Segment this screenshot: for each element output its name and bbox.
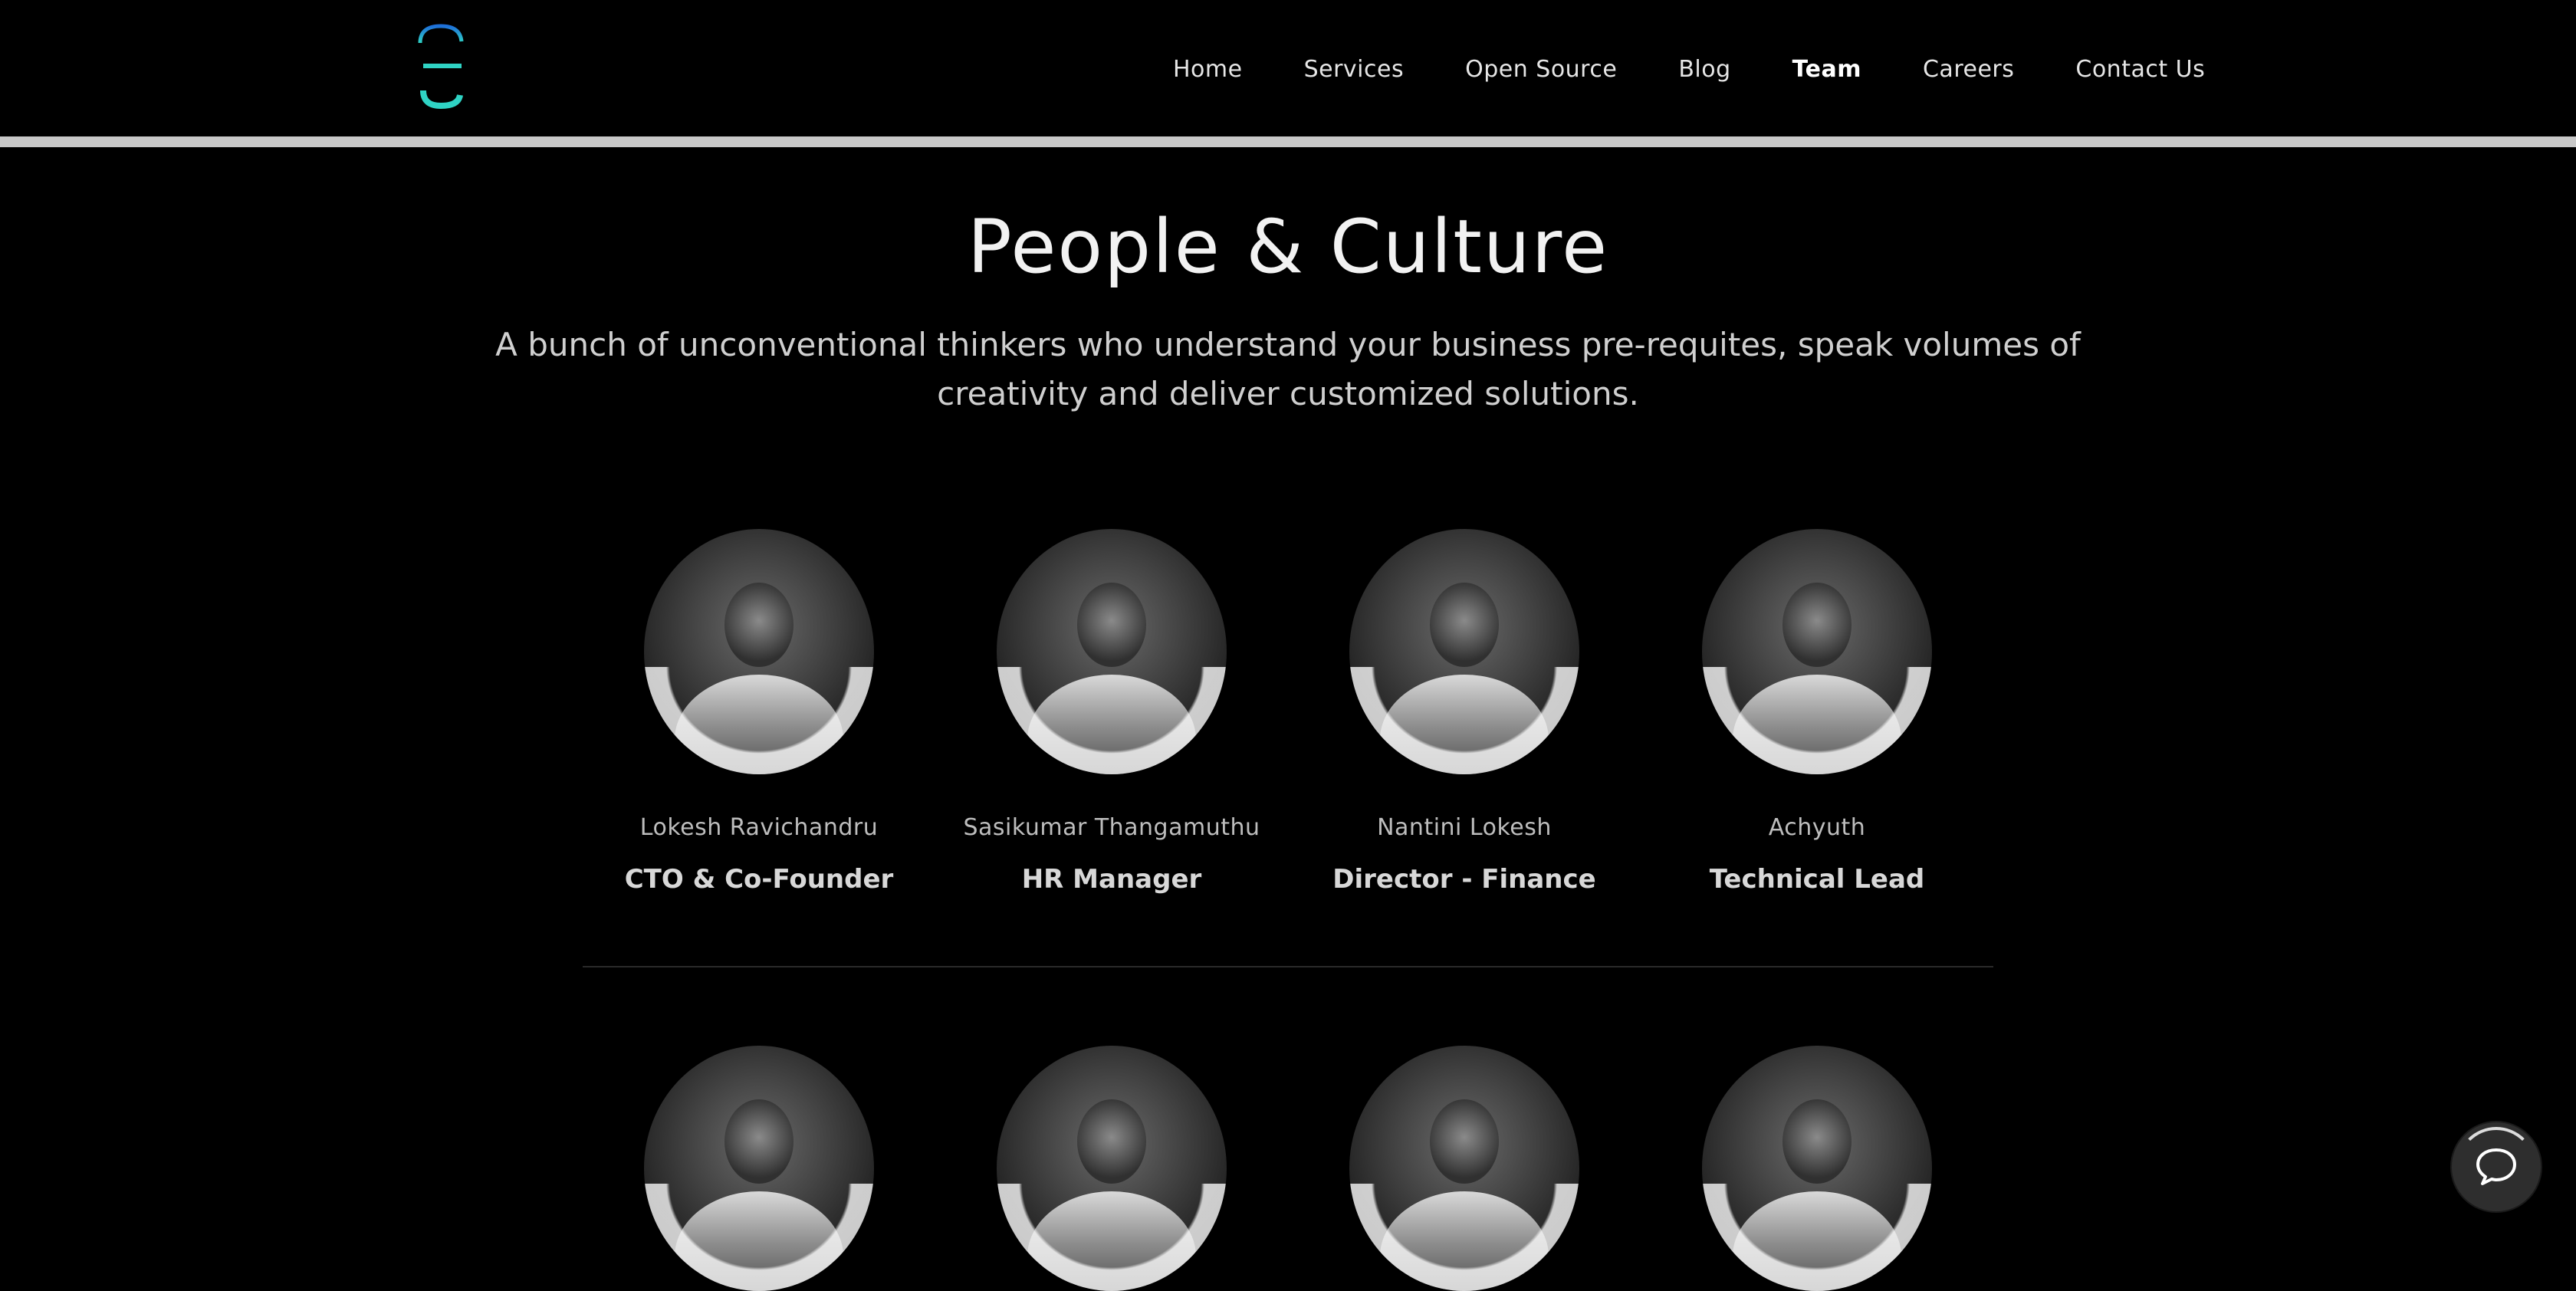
member-role: CTO & Co-Founder — [624, 864, 894, 895]
member-photo — [644, 529, 874, 774]
team-row-2 — [583, 1046, 1993, 1291]
member-photo — [1702, 1046, 1932, 1291]
member-photo — [997, 529, 1227, 774]
nav-open-source[interactable]: Open Source — [1465, 56, 1617, 83]
team-member-card: Sasikumar Thangamuthu HR Manager — [935, 529, 1288, 895]
member-name: Achyuth — [1768, 814, 1866, 841]
member-name: Nantini Lokesh — [1377, 814, 1552, 841]
page-title: People & Culture — [967, 204, 1609, 290]
team-member-card — [1288, 1046, 1641, 1291]
chat-bubble-icon — [2476, 1148, 2516, 1185]
member-photo — [1349, 1046, 1579, 1291]
company-logo[interactable] — [406, 20, 475, 112]
nav-contact-us[interactable]: Contact Us — [2075, 56, 2205, 83]
member-photo — [644, 1046, 874, 1291]
team-member-card — [1641, 1046, 1993, 1291]
main-nav: Home Services Open Source Blog Team Care… — [1173, 52, 2205, 86]
team-member-card: Achyuth Technical Lead — [1641, 529, 1993, 895]
team-member-card — [583, 1046, 935, 1291]
team-row-1: Lokesh Ravichandru CTO & Co-Founder Sasi… — [583, 529, 1993, 895]
member-role: HR Manager — [1021, 864, 1202, 895]
member-role: Technical Lead — [1709, 864, 1925, 895]
member-name: Lokesh Ravichandru — [639, 814, 879, 841]
chat-button[interactable] — [2452, 1122, 2541, 1211]
team-member-card: Lokesh Ravichandru CTO & Co-Founder — [583, 529, 935, 895]
page-subtitle: A bunch of unconventional thinkers who u… — [495, 326, 2081, 412]
nav-team[interactable]: Team — [1792, 56, 1861, 83]
member-photo — [1702, 529, 1932, 774]
member-name: Sasikumar Thangamuthu — [963, 814, 1260, 841]
team-member-card — [935, 1046, 1288, 1291]
member-role: Director - Finance — [1332, 864, 1596, 895]
member-photo — [1349, 529, 1579, 774]
member-photo — [997, 1046, 1227, 1291]
logo-icon — [418, 24, 464, 110]
team-member-card: Nantini Lokesh Director - Finance — [1288, 529, 1641, 895]
site-header: Home Services Open Source Blog Team Care… — [0, 0, 2576, 138]
nav-blog[interactable]: Blog — [1678, 56, 1730, 83]
nav-careers[interactable]: Careers — [1923, 56, 2014, 83]
header-divider — [0, 136, 2576, 147]
nav-services[interactable]: Services — [1304, 56, 1405, 83]
team-divider — [583, 966, 1993, 967]
nav-home[interactable]: Home — [1173, 56, 1243, 83]
